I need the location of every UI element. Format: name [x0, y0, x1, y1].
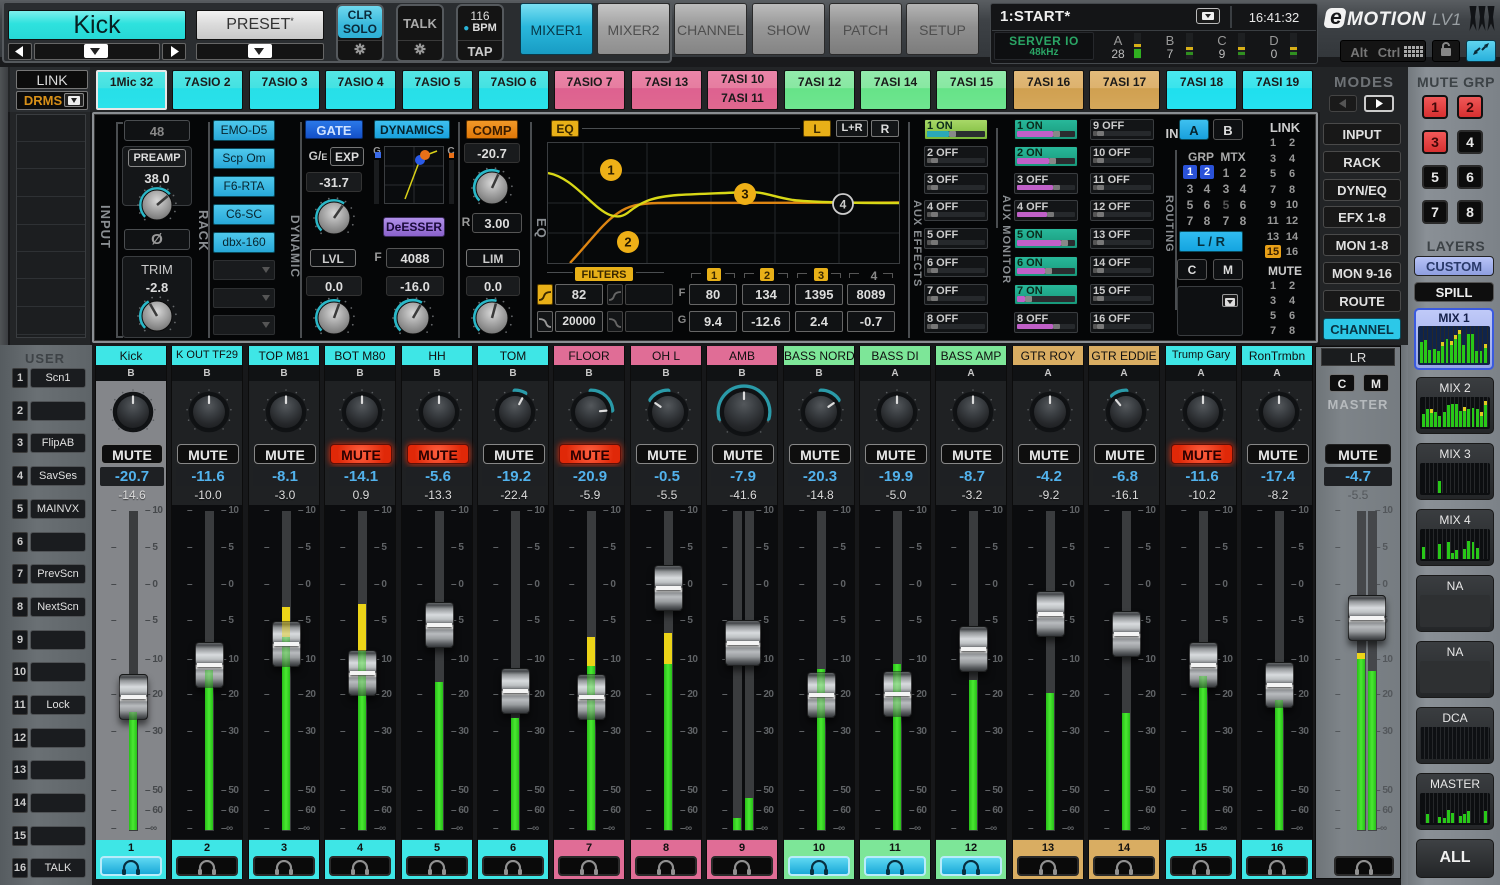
svg-text:1: 1 [607, 163, 614, 178]
svg-text:2: 2 [624, 235, 631, 250]
svg-text:4: 4 [840, 198, 847, 212]
svg-text:3: 3 [741, 187, 748, 202]
